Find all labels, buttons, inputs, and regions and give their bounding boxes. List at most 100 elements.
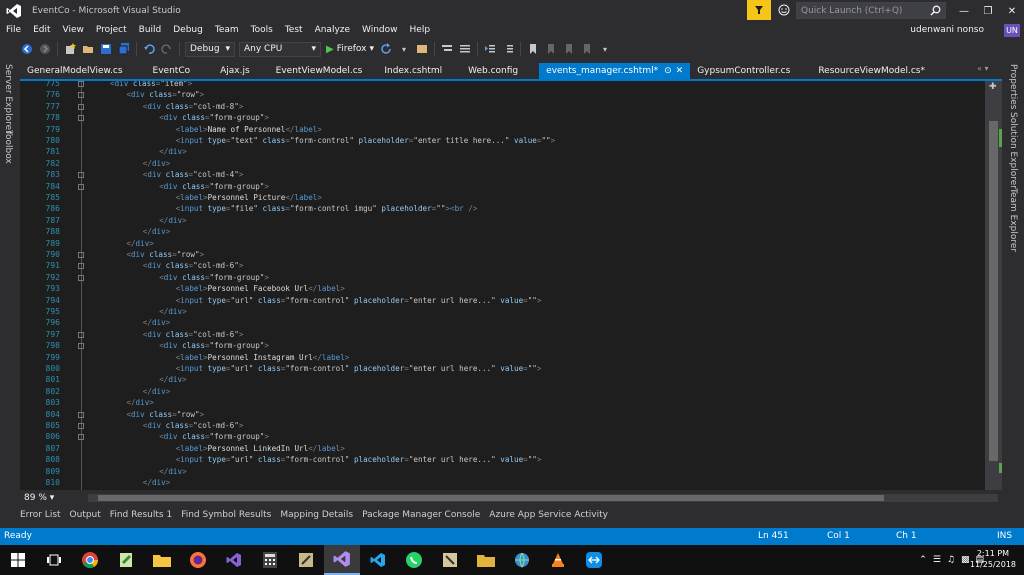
tab-output[interactable]: Output [70, 510, 101, 520]
menu-build[interactable]: Build [133, 22, 168, 39]
code-line[interactable]: <div class="col-md-8"> [143, 101, 244, 112]
code-line[interactable]: </div> [126, 238, 153, 249]
firefox-icon[interactable] [180, 545, 216, 575]
menu-analyze[interactable]: Analyze [309, 22, 356, 39]
vertical-scroll-thumb[interactable] [989, 121, 998, 461]
code-line[interactable]: <input type="file" class="form-control i… [176, 203, 478, 214]
code-line[interactable]: <label>Personnel LinkedIn Url</label> [176, 443, 345, 454]
new-project-icon[interactable] [63, 42, 77, 56]
start-debugging-button[interactable]: ▶ Firefox ▾ [326, 44, 374, 55]
collapse-toggle-icon[interactable] [78, 172, 84, 179]
feedback-smiley-icon[interactable] [777, 3, 791, 17]
file-explorer-icon[interactable] [144, 545, 180, 575]
tab-webconfig[interactable]: Web.config [461, 63, 525, 79]
code-line[interactable]: <label>Personnel Picture</label> [176, 192, 322, 203]
collapse-toggle-icon[interactable] [78, 434, 84, 441]
close-icon[interactable]: ✕ [1000, 0, 1024, 22]
collapse-toggle-icon[interactable] [78, 331, 84, 338]
chrome-icon[interactable] [72, 545, 108, 575]
task-view-icon[interactable] [36, 545, 72, 575]
chevron-up-icon[interactable]: ⌃ [919, 555, 927, 565]
menu-test[interactable]: Test [279, 22, 309, 39]
minimize-icon[interactable]: — [952, 0, 976, 22]
tab-package-manager-console[interactable]: Package Manager Console [362, 510, 480, 520]
browser-link-icon[interactable] [415, 42, 429, 56]
tab-error-list[interactable]: Error List [20, 510, 61, 520]
volume-icon[interactable]: ♫ [947, 555, 955, 565]
pin-icon[interactable]: ⊙ [664, 66, 672, 76]
tab-azure-app-service-activity[interactable]: Azure App Service Activity [489, 510, 608, 520]
teamviewer-icon[interactable] [576, 545, 612, 575]
menu-tools[interactable]: Tools [245, 22, 279, 39]
save-all-icon[interactable] [117, 42, 131, 56]
split-icon[interactable]: ✚ [989, 82, 997, 92]
horizontal-scroll-thumb[interactable] [98, 495, 884, 501]
collapse-toggle-icon[interactable] [78, 81, 84, 87]
open-folder-icon[interactable] [81, 42, 95, 56]
code-editor[interactable]: 775 776 777 778 779 780 781 782 783 784 785 786 787 7… [20, 81, 985, 490]
tab-eventco[interactable]: EventCo [146, 63, 198, 79]
code-line[interactable]: <input type="url" class="form-control" p… [176, 295, 542, 306]
menu-window[interactable]: Window [356, 22, 404, 39]
tab-index[interactable]: Index.cshtml [377, 63, 449, 79]
menu-help[interactable]: Help [404, 22, 437, 39]
server-explorer-tab[interactable]: Server Explorer [3, 64, 13, 134]
chevron-down-icon[interactable]: ▾ [397, 42, 411, 56]
code-line[interactable]: <div class="row"> [126, 409, 204, 420]
forward-icon[interactable] [38, 42, 52, 56]
code-line[interactable]: </div> [143, 158, 170, 169]
user-name[interactable]: udenwani nonso [910, 22, 984, 39]
menu-edit[interactable]: Edit [27, 22, 56, 39]
code-line[interactable]: <div class="form-group"> [159, 272, 269, 283]
code-line[interactable]: <div class="col-md-6"> [143, 260, 244, 271]
collapse-toggle-icon[interactable] [78, 263, 84, 270]
battery-icon[interactable]: ▩ [961, 555, 970, 565]
show-desktop-button[interactable] [1018, 545, 1024, 575]
code-line[interactable]: <input type="url" class="form-control" p… [176, 454, 542, 465]
vscode-icon[interactable] [360, 545, 396, 575]
code-line[interactable]: </div> [159, 466, 186, 477]
paint-tools-icon[interactable] [432, 545, 468, 575]
code-line[interactable]: <div class="row"> [126, 249, 204, 260]
save-icon[interactable] [99, 42, 113, 56]
indent-icon[interactable] [483, 42, 497, 56]
visual-studio-active-icon[interactable] [324, 545, 360, 575]
collapse-toggle-icon[interactable] [78, 252, 84, 258]
clear-bookmarks-icon[interactable] [580, 42, 594, 56]
code-line[interactable]: </div> [159, 215, 186, 226]
undo-icon[interactable] [142, 42, 156, 56]
collapse-toggle-icon[interactable] [78, 115, 84, 122]
menu-view[interactable]: View [57, 22, 90, 39]
code-line[interactable]: </div> [143, 317, 170, 328]
folder-icon[interactable] [468, 545, 504, 575]
collapse-toggle-icon[interactable] [78, 423, 84, 429]
tools-icon[interactable] [288, 545, 324, 575]
horizontal-scrollbar[interactable] [88, 494, 998, 502]
refresh-icon[interactable] [379, 42, 393, 56]
close-icon[interactable]: ✕ [676, 66, 684, 76]
code-line[interactable]: <div class="row"> [126, 89, 204, 100]
menu-file[interactable]: File [0, 22, 27, 39]
tab-generalmodelview[interactable]: GeneralModelView.cs [20, 63, 130, 79]
member-list-icon[interactable] [458, 42, 472, 56]
toolbox-tab[interactable]: Toolbox [3, 130, 13, 164]
outdent-icon[interactable] [501, 42, 515, 56]
menu-debug[interactable]: Debug [167, 22, 209, 39]
code-line[interactable]: </div> [159, 146, 186, 157]
quick-launch-input[interactable]: Quick Launch (Ctrl+Q) [796, 2, 946, 19]
redo-icon[interactable] [160, 42, 174, 56]
network-icon[interactable]: ☰ [933, 555, 941, 565]
code-line[interactable]: <div class="form-group"> [159, 431, 269, 442]
code-line[interactable]: <div class="col-md-6"> [143, 420, 244, 431]
back-icon[interactable] [20, 42, 34, 56]
collapse-toggle-icon[interactable] [78, 274, 84, 281]
start-windows-icon[interactable] [0, 545, 36, 575]
code-line[interactable]: <div class="col-md-4"> [143, 169, 244, 180]
code-line[interactable]: </div> [159, 374, 186, 385]
toolbar-options-icon[interactable]: ▾ [598, 42, 612, 56]
notepad-icon[interactable] [108, 545, 144, 575]
tab-find-symbol-results[interactable]: Find Symbol Results [181, 510, 271, 520]
code-line[interactable]: </div> [143, 386, 170, 397]
whatsapp-icon[interactable] [396, 545, 432, 575]
user-avatar[interactable]: UN [1004, 24, 1020, 37]
